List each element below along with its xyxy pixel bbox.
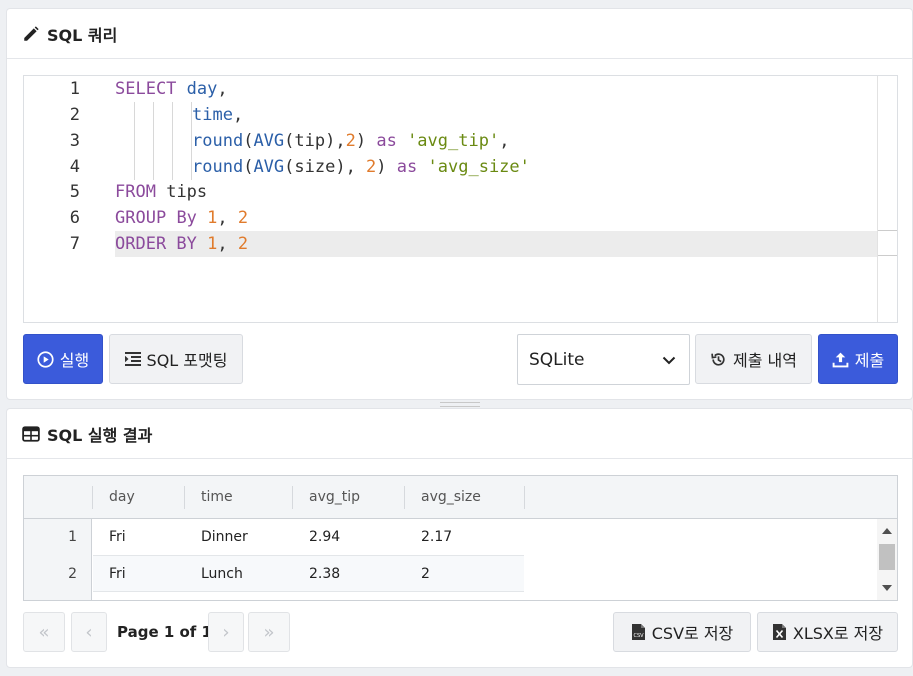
editor-panel-title: SQL 쿼리	[47, 25, 118, 45]
scroll-up-arrow-icon[interactable]	[882, 527, 892, 534]
next-page-button[interactable]: ›	[208, 612, 244, 652]
sql-format-label: SQL 포맷팅	[146, 351, 228, 370]
column-header-avg-size[interactable]: avg_size	[405, 476, 525, 519]
save-xlsx-button[interactable]: XLSX로 저장	[757, 612, 898, 652]
line-number: 5	[69, 182, 80, 202]
row-number: 2	[24, 556, 92, 592]
result-grid: day time avg_tip avg_size 1 Fri Dinner 2…	[23, 475, 898, 601]
panel-resize-handle[interactable]	[440, 402, 480, 407]
run-button[interactable]: 실행	[23, 334, 103, 384]
dialect-select-value: SQLite	[529, 349, 585, 370]
indent-guide	[153, 102, 154, 180]
submit-button[interactable]: 제출	[818, 334, 898, 384]
sql-result-panel: SQL 실행 결과 day time avg_tip avg_size 1 Fr…	[6, 408, 913, 668]
line-number: 1	[69, 79, 80, 99]
result-panel-title: SQL 실행 결과	[47, 425, 153, 445]
row-number: 1	[24, 519, 92, 556]
previous-page-button[interactable]: ‹	[71, 612, 107, 652]
column-separator[interactable]	[524, 486, 525, 509]
run-button-label: 실행	[59, 351, 90, 370]
line-number-gutter: 1 2 3 4 5 6 7	[24, 76, 94, 322]
cell-avg-size[interactable]: 2.17	[405, 519, 452, 556]
cell-avg-size[interactable]: 2	[405, 556, 430, 592]
result-grid-scrollbar[interactable]	[877, 519, 897, 600]
code-line-5: FROM tips	[115, 182, 208, 202]
line-number: 3	[69, 131, 80, 151]
code-line-6: GROUP By 1, 2	[115, 208, 249, 228]
code-editor[interactable]: 1 2 3 4 5 6 7 SELECT day, time, round(AV…	[23, 75, 898, 323]
page-indicator: Page 1 of 1	[117, 623, 212, 641]
pencil-icon	[24, 25, 39, 41]
code-line-7: ORDER BY 1, 2	[115, 234, 249, 254]
line-number: 6	[69, 208, 80, 228]
code-line-1: SELECT day,	[115, 79, 228, 99]
first-page-button[interactable]: «	[23, 612, 65, 652]
svg-text:CSV: CSV	[633, 633, 644, 639]
code-line-4: round(AVG(size), 2) as 'avg_size'	[192, 157, 530, 177]
submit-history-button[interactable]: 제출 내역	[695, 334, 812, 384]
editor-scrollbar[interactable]	[877, 76, 897, 322]
editor-scrollbar-thumb[interactable]	[878, 230, 897, 256]
result-grid-scrollbar-thumb[interactable]	[879, 544, 895, 570]
play-circle-icon	[37, 350, 54, 368]
cell-avg-tip[interactable]: 2.38	[293, 556, 340, 592]
editor-panel-header: SQL 쿼리	[7, 9, 912, 59]
result-panel-header: SQL 실행 결과	[7, 409, 912, 459]
code-line-2: time,	[192, 105, 244, 125]
cell-day[interactable]: Fri	[93, 556, 126, 592]
save-csv-button[interactable]: CSV CSV로 저장	[613, 612, 751, 652]
scroll-down-arrow-icon[interactable]	[882, 585, 892, 592]
result-grid-header: day time avg_tip avg_size	[24, 476, 897, 519]
column-header-avg-tip[interactable]: avg_tip	[293, 476, 405, 519]
line-number: 2	[69, 105, 80, 125]
table-icon	[22, 425, 40, 442]
column-header-time[interactable]: time	[185, 476, 293, 519]
indent-guide	[172, 102, 173, 180]
csv-file-icon: CSV	[631, 624, 645, 640]
submit-history-label: 제출 내역	[733, 351, 797, 370]
code-line-3: round(AVG(tip),2) as 'avg_tip',	[192, 131, 510, 151]
save-xlsx-label: XLSX로 저장	[792, 624, 884, 643]
cell-time[interactable]: Dinner	[185, 519, 248, 556]
line-number: 7	[69, 234, 80, 254]
cell-day[interactable]: Fri	[93, 519, 126, 556]
save-csv-label: CSV로 저장	[651, 624, 734, 643]
dialect-select[interactable]: SQLite	[517, 334, 690, 385]
history-icon	[711, 352, 725, 366]
indent-guide	[134, 102, 135, 180]
sql-editor-panel: SQL 쿼리 1 2 3 4 5 6 7 SELECT day, time, r…	[6, 8, 913, 400]
last-page-button[interactable]: »	[248, 612, 290, 652]
cell-avg-tip[interactable]: 2.94	[293, 519, 340, 556]
sql-format-button[interactable]: SQL 포맷팅	[109, 334, 243, 384]
submit-button-label: 제출	[854, 351, 885, 370]
excel-file-icon	[772, 624, 786, 640]
column-header-day[interactable]: day	[93, 476, 185, 519]
line-number: 4	[69, 157, 80, 177]
row-number	[24, 592, 92, 600]
chevron-down-icon	[662, 356, 676, 365]
indent-icon	[124, 352, 141, 366]
cell-time[interactable]: Lunch	[185, 556, 243, 592]
upload-icon	[832, 352, 849, 367]
